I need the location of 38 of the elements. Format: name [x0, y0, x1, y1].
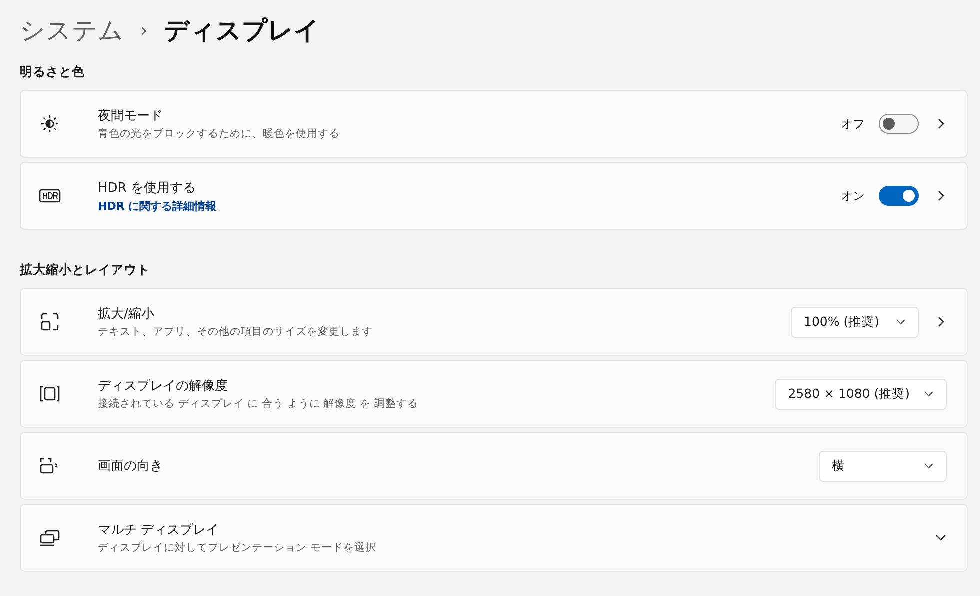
- toggle-switch[interactable]: [879, 186, 919, 206]
- setting-description: 青色の光をブロックするために、暖色を使用する: [98, 127, 341, 141]
- setting-title: ディスプレイの解像度: [98, 378, 229, 395]
- setting-title: 画面の向き: [98, 458, 164, 475]
- toggle-state-label: オン: [841, 188, 865, 204]
- setting-description: 接続されている ディスプレイ に 合う ように 解像度 を 調整する: [98, 397, 420, 411]
- section-heading: 拡大縮小とレイアウト: [20, 262, 151, 278]
- caret-icon: [896, 319, 906, 325]
- breadcrumb-separator: ›: [140, 18, 148, 42]
- setting-description: ディスプレイに対してプレゼンテーション モードを選択: [98, 541, 378, 555]
- setting-title: 夜間モード: [98, 108, 164, 125]
- monitors-icon: [39, 529, 61, 547]
- dropdown[interactable]: 2580 × 1080 (推奨): [775, 378, 947, 410]
- setting-card[interactable]: 拡大/縮小 テキスト、アプリ、その他の項目のサイズを変更します 100% (推奨): [20, 288, 968, 356]
- hdr-icon: [39, 188, 61, 204]
- toggle-switch[interactable]: [879, 114, 919, 134]
- setting-card[interactable]: 画面の向き 横: [20, 432, 968, 500]
- dropdown[interactable]: 横: [819, 450, 947, 482]
- sun-icon: [39, 114, 61, 134]
- setting-title: HDR を使用する: [98, 180, 197, 196]
- setting-description: テキスト、アプリ、その他の項目のサイズを変更します: [98, 325, 374, 339]
- section-heading: 明るさと色: [20, 64, 86, 80]
- scale-icon: [39, 312, 61, 332]
- toggle-state-label: オフ: [841, 116, 865, 132]
- page-title: ディスプレイ: [164, 14, 320, 46]
- dropdown[interactable]: 100% (推奨): [791, 306, 919, 338]
- setting-title: 拡大/縮小: [98, 306, 156, 323]
- resolution-icon: [39, 385, 61, 403]
- caret-icon: [924, 463, 934, 469]
- chevron-down-icon[interactable]: [935, 534, 947, 542]
- caret-icon: [924, 391, 934, 397]
- setting-card[interactable]: ディスプレイの解像度 接続されている ディスプレイ に 合う ように 解像度 を 調整する 2580 × 1080 (推奨): [20, 360, 968, 428]
- info-link[interactable]: HDR に関する詳細情報: [98, 198, 841, 214]
- setting-card[interactable]: マルチ ディスプレイ ディスプレイに対してプレゼンテーション モードを選択: [20, 504, 968, 572]
- setting-card[interactable]: 夜間モード 青色の光をブロックするために、暖色を使用する オフ: [20, 90, 968, 158]
- breadcrumb-parent[interactable]: システム: [20, 14, 124, 46]
- setting-title: マルチ ディスプレイ: [98, 522, 220, 539]
- setting-card[interactable]: HDR を使用する HDR に関する詳細情報 オン: [20, 162, 968, 230]
